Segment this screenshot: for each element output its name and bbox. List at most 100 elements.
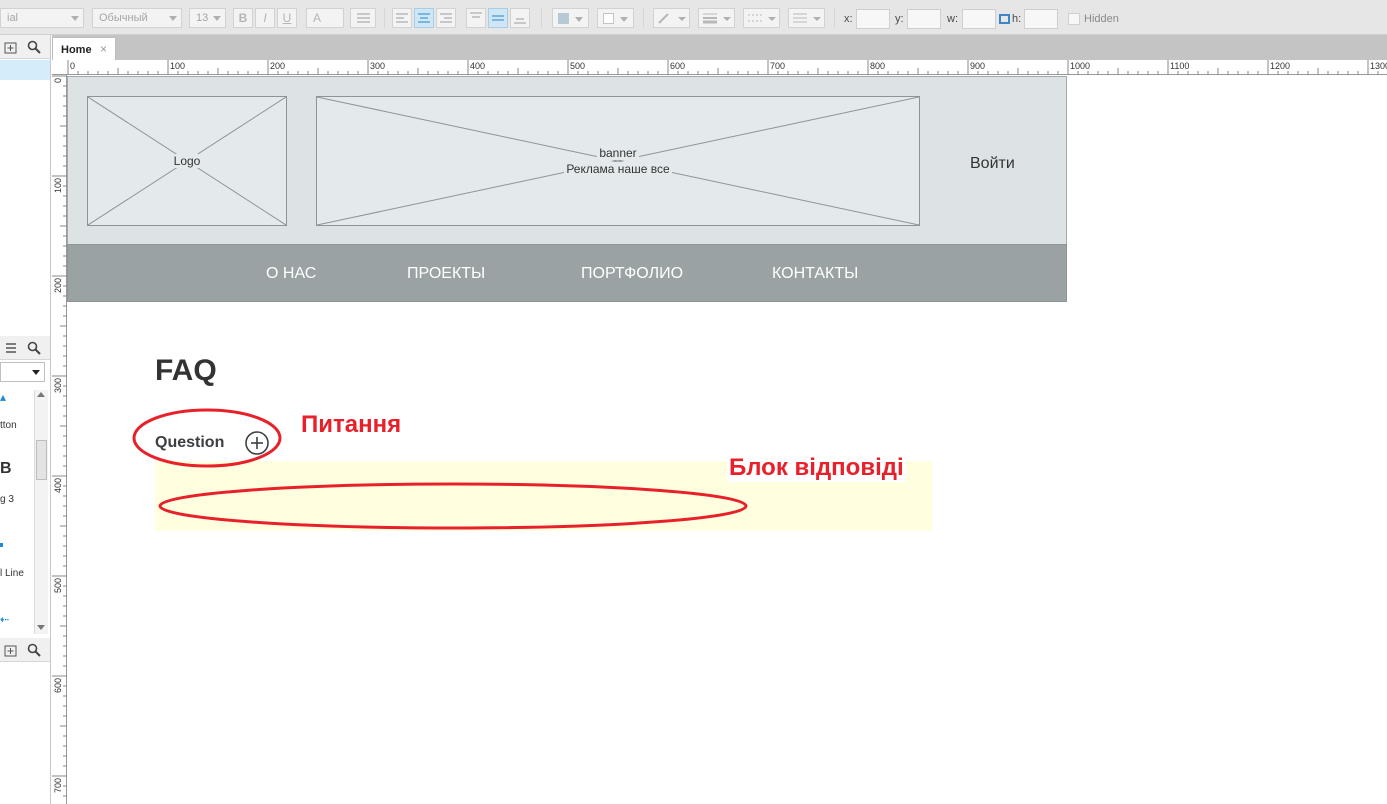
plus-circle-icon[interactable] bbox=[244, 430, 270, 456]
library-item-label[interactable]: g 3 bbox=[0, 494, 14, 505]
nav-item-projects[interactable]: ПРОЕКТЫ bbox=[407, 265, 485, 283]
lock-ratio-icon[interactable] bbox=[999, 14, 1010, 24]
question-annotation: Питання bbox=[301, 411, 402, 438]
chevron-down-icon bbox=[71, 16, 79, 21]
bold-button[interactable]: B bbox=[233, 8, 253, 28]
nav-item-portfolio[interactable]: ПОРТФОЛИО bbox=[581, 265, 683, 283]
library-scrollbar[interactable] bbox=[34, 390, 48, 634]
nav-item-contacts[interactable]: КОНТАКТЫ bbox=[772, 265, 858, 283]
faq-heading: FAQ bbox=[155, 354, 217, 387]
logo-text: Logo bbox=[171, 154, 203, 168]
ruler-label: 400 bbox=[53, 478, 63, 493]
ruler-label: 1200 bbox=[1270, 61, 1290, 71]
answer-annotation: Блок відповіді bbox=[727, 454, 906, 482]
banner-placeholder[interactable]: banner Реклама наше все bbox=[316, 96, 920, 226]
masters-panel-header bbox=[0, 638, 50, 662]
font-family-value: ial bbox=[7, 12, 19, 24]
vertical-ruler-ticks: 0 100 200 300 400 500 600 700 bbox=[52, 75, 67, 797]
h-input[interactable] bbox=[1024, 9, 1058, 29]
h-label: h: bbox=[1012, 13, 1022, 25]
y-input[interactable] bbox=[907, 9, 941, 29]
align-right-button[interactable] bbox=[436, 8, 456, 28]
logo-placeholder[interactable]: Logo bbox=[87, 96, 287, 226]
align-left-button[interactable] bbox=[392, 8, 412, 28]
line-width-icon bbox=[703, 13, 731, 24]
search-icon[interactable] bbox=[26, 39, 42, 55]
library-item-label[interactable]: tton bbox=[0, 420, 17, 431]
scrollbar-thumb[interactable] bbox=[36, 440, 47, 480]
scroll-down-icon[interactable] bbox=[37, 625, 45, 630]
search-icon[interactable] bbox=[26, 642, 42, 658]
list-icon bbox=[357, 13, 370, 23]
add-master-icon[interactable] bbox=[3, 642, 19, 658]
format-toolbar: ial Обычный 13 B I U A x: y: w: h: Hidde… bbox=[0, 0, 1387, 35]
horizontal-ruler: 0 100 200 300 400 500 600 700 800 900 1000 1100 1200… bbox=[52, 60, 1387, 75]
shadow-swatch-icon bbox=[603, 13, 614, 24]
line-width-button[interactable] bbox=[698, 8, 735, 28]
align-right-icon bbox=[440, 13, 452, 23]
banner-title: banner bbox=[597, 146, 639, 160]
underline-button[interactable]: U bbox=[277, 8, 297, 28]
ruler-label: 100 bbox=[170, 61, 185, 71]
vertical-ruler: 0 100 200 300 400 500 600 700 bbox=[52, 75, 67, 804]
left-panel: ▴ tton B g 3 l Line ⇠ bbox=[0, 35, 51, 804]
valign-middle-button[interactable] bbox=[488, 8, 508, 28]
add-page-icon[interactable] bbox=[3, 39, 19, 55]
shadow-button[interactable] bbox=[597, 8, 634, 28]
logo-label: Logo bbox=[88, 153, 286, 169]
question-label[interactable]: Question bbox=[155, 434, 224, 452]
valign-bottom-button[interactable] bbox=[510, 8, 530, 28]
ruler-label: 200 bbox=[270, 61, 285, 71]
design-canvas[interactable]: Logo banner Реклама наше все Войти О НАС… bbox=[67, 76, 1387, 804]
ruler-label: 200 bbox=[53, 278, 63, 293]
font-family-select[interactable]: ial bbox=[0, 8, 84, 28]
line-style-button[interactable] bbox=[743, 8, 780, 28]
align-center-icon bbox=[418, 13, 430, 23]
y-label: y: bbox=[895, 13, 904, 25]
x-input[interactable] bbox=[856, 9, 890, 29]
toolbar-divider bbox=[384, 8, 385, 28]
valign-middle-icon bbox=[492, 15, 504, 21]
valign-top-button[interactable] bbox=[466, 8, 486, 28]
w-input[interactable] bbox=[962, 9, 996, 29]
library-select[interactable] bbox=[0, 362, 45, 382]
toolbar-divider bbox=[541, 8, 542, 28]
nav-item-about[interactable]: О НАС bbox=[266, 265, 316, 283]
chevron-down-icon bbox=[575, 17, 583, 22]
font-style-select[interactable]: Обычный bbox=[92, 8, 182, 28]
text-color-button[interactable]: A bbox=[306, 8, 344, 28]
libraries-panel-header bbox=[0, 336, 50, 360]
fill-color-button[interactable] bbox=[552, 8, 589, 28]
chevron-down-icon bbox=[620, 17, 628, 22]
text-color-icon: A bbox=[313, 11, 322, 25]
ruler-label: 1000 bbox=[1070, 61, 1090, 71]
arrow-style-icon bbox=[793, 13, 821, 23]
toolbar-divider bbox=[643, 8, 644, 28]
search-icon[interactable] bbox=[26, 340, 42, 356]
arrow-style-button[interactable] bbox=[788, 8, 825, 28]
line-widget-icon bbox=[0, 543, 3, 547]
line-color-button[interactable] bbox=[653, 8, 690, 28]
selected-page-row[interactable] bbox=[0, 60, 50, 80]
x-label: x: bbox=[844, 13, 853, 25]
login-link[interactable]: Войти bbox=[970, 155, 1015, 173]
ruler-label: 0 bbox=[70, 61, 75, 71]
library-item-label[interactable]: l Line bbox=[0, 568, 24, 579]
dashed-line-icon bbox=[748, 14, 776, 22]
close-icon[interactable]: × bbox=[100, 42, 107, 56]
font-size-value: 13 bbox=[196, 12, 209, 24]
ruler-label: 300 bbox=[53, 378, 63, 393]
menu-icon[interactable] bbox=[3, 340, 19, 356]
ruler-label: 1100 bbox=[1170, 61, 1189, 71]
tab-home[interactable]: Home × bbox=[52, 37, 116, 60]
scroll-up-icon[interactable] bbox=[37, 392, 45, 397]
w-label: w: bbox=[947, 13, 958, 25]
hidden-checkbox[interactable] bbox=[1068, 13, 1080, 25]
chevron-down-icon bbox=[169, 16, 177, 21]
font-size-select[interactable]: 13 bbox=[189, 8, 226, 28]
banner-label: banner Реклама наше все bbox=[317, 145, 919, 177]
italic-button[interactable]: I bbox=[255, 8, 275, 28]
bullet-list-button[interactable] bbox=[350, 8, 376, 28]
header-section[interactable]: Logo banner Реклама наше все Войти bbox=[67, 76, 1067, 244]
align-center-button[interactable] bbox=[414, 8, 434, 28]
